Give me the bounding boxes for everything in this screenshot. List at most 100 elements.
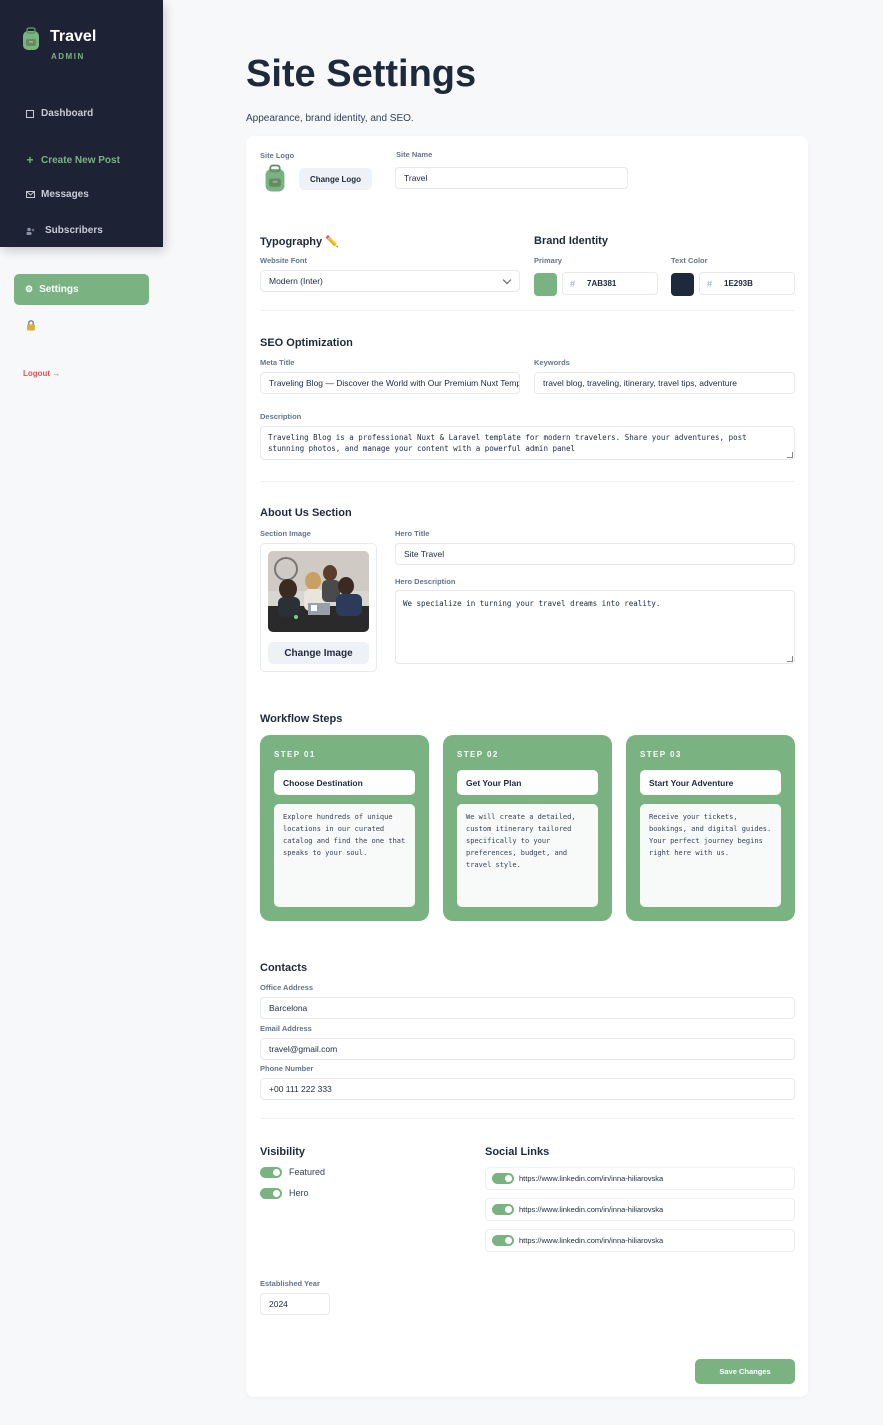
pencil-icon: ✏️ [325,236,339,248]
meta-title-input[interactable]: Traveling Blog — Discover the World with… [260,372,520,394]
featured-toggle[interactable] [260,1167,282,1178]
office-address-label: Office Address [260,983,314,992]
resize-handle[interactable] [787,452,793,458]
site-name-input[interactable]: Travel [395,167,628,189]
website-font-select[interactable]: Modern (Inter) [260,270,520,292]
section-image-label: Section Image [260,529,311,538]
sidebar: Travel ADMIN [0,0,163,247]
step-description-textarea[interactable]: We will create a detailed, custom itiner… [457,804,598,907]
users-icon [25,227,35,235]
site-logo-image [265,164,285,192]
workflow-step-card: STEP 01 Choose Destination Explore hundr… [260,735,429,921]
keywords-input[interactable]: travel blog, traveling, itinerary, trave… [534,372,795,394]
hero-description-label: Hero Description [395,577,456,586]
office-address-input[interactable]: Barcelona [260,997,795,1019]
hero-toggle[interactable] [260,1188,282,1199]
save-changes-button[interactable]: Save Changes [695,1359,795,1384]
square-icon [25,109,35,118]
divider [260,481,794,482]
social-links-heading: Social Links [485,1146,550,1158]
divider [260,1118,794,1119]
established-year-label: Established Year [260,1279,320,1288]
sidebar-item-messages[interactable]: Messages [25,189,89,200]
sidebar-item-label: Messages [41,189,89,200]
mail-icon [25,191,35,198]
social-link-toggle[interactable] [492,1173,514,1184]
hash-prefix: # [707,279,713,289]
workflow-heading: Workflow Steps [260,713,343,725]
brand-name: Travel [50,28,97,45]
phone-number-input[interactable]: +00 111 222 333 [260,1078,795,1100]
page-subtitle: Appearance, brand identity, and SEO. [246,113,414,124]
social-link-toggle[interactable] [492,1235,514,1246]
step-label: STEP 01 [274,750,316,759]
typography-heading: Typography ✏️ [260,236,339,248]
sidebar-item-create-post[interactable]: + Create New Post [25,153,119,167]
social-link-input[interactable]: https://www.linkedin.com/in/inna-hiliaro… [519,1205,663,1214]
workflow-step-card: STEP 02 Get Your Plan We will create a d… [443,735,612,921]
hero-title-input[interactable]: Site Travel [395,543,795,565]
text-color-input[interactable]: 1E293B [699,272,795,295]
text-color-swatch[interactable] [671,273,694,296]
sidebar-item-label: Dashboard [41,108,94,119]
workflow-step-card: STEP 03 Start Your Adventure Receive you… [626,735,795,921]
primary-color-swatch[interactable] [534,273,557,296]
primary-color-label: Primary [534,256,562,265]
hero-toggle-label: Hero [289,1188,309,1198]
primary-color-input[interactable]: 7AB381 [562,272,658,295]
hero-description-text: We specialize in turning your travel dre… [403,599,661,608]
social-link-input[interactable]: https://www.linkedin.com/in/inna-hiliaro… [519,1174,663,1183]
step-title-input[interactable]: Get Your Plan [457,770,598,795]
logout-link[interactable]: Logout → [23,369,60,378]
social-link-row: https://www.linkedin.com/in/inna-hiliaro… [485,1198,795,1221]
backpack-icon [23,27,39,50]
social-link-input[interactable]: https://www.linkedin.com/in/inna-hiliaro… [519,1236,663,1245]
social-link-row: https://www.linkedin.com/in/inna-hiliaro… [485,1229,795,1252]
sidebar-item-settings[interactable]: ⚙ Settings [14,274,149,305]
resize-handle[interactable] [787,656,793,662]
brand-subtitle: ADMIN [51,52,85,61]
sidebar-item-label: Settings [39,284,79,295]
selected-font: Modern (Inter) [269,276,323,286]
seo-description-text: Traveling Blog is a professional Nuxt & … [268,433,747,453]
lock-icon[interactable] [26,320,36,334]
step-label: STEP 03 [640,750,682,759]
phone-number-label: Phone Number [260,1064,314,1073]
seo-description-textarea[interactable]: Traveling Blog is a professional Nuxt & … [260,426,795,460]
sidebar-item-subscribers[interactable]: Subscribers [25,225,103,236]
site-logo-label: Site Logo [260,151,295,160]
established-year-input[interactable]: 2024 [260,1293,330,1315]
brand[interactable]: Travel ADMIN [20,27,96,61]
email-address-input[interactable]: travel@gmail.com [260,1038,795,1060]
site-name-label: Site Name [396,150,433,159]
plus-icon: + [26,153,34,167]
contacts-heading: Contacts [260,962,308,974]
step-title-input[interactable]: Choose Destination [274,770,415,795]
sidebar-item-dashboard[interactable]: Dashboard [25,108,93,119]
hero-description-textarea[interactable]: We specialize in turning your travel dre… [395,590,795,664]
hero-title-label: Hero Title [395,529,430,538]
change-logo-button[interactable]: Change Logo [299,168,372,190]
meta-title-label: Meta Title [260,358,295,367]
hash-prefix: # [570,279,576,289]
website-font-label: Website Font [260,256,307,265]
step-label: STEP 02 [457,750,499,759]
chevron-down-icon [502,275,512,285]
seo-heading: SEO Optimization [260,337,353,349]
brand-identity-heading: Brand Identity [534,235,608,247]
text-color-label: Text Color [671,256,708,265]
social-link-toggle[interactable] [492,1204,514,1215]
featured-toggle-label: Featured [289,1167,326,1177]
step-title-input[interactable]: Start Your Adventure [640,770,781,795]
visibility-heading: Visibility [260,1146,306,1158]
change-image-button[interactable]: Change Image [268,642,369,664]
step-description-textarea[interactable]: Explore hundreds of unique locations in … [274,804,415,907]
step-description-textarea[interactable]: Receive your tickets, bookings, and digi… [640,804,781,907]
sidebar-item-label: Subscribers [45,225,103,236]
email-address-label: Email Address [260,1024,312,1033]
social-link-row: https://www.linkedin.com/in/inna-hiliaro… [485,1167,795,1190]
divider [260,310,794,311]
keywords-label: Keywords [534,358,570,367]
gear-icon: ⚙ [25,284,34,294]
section-image [268,551,369,632]
